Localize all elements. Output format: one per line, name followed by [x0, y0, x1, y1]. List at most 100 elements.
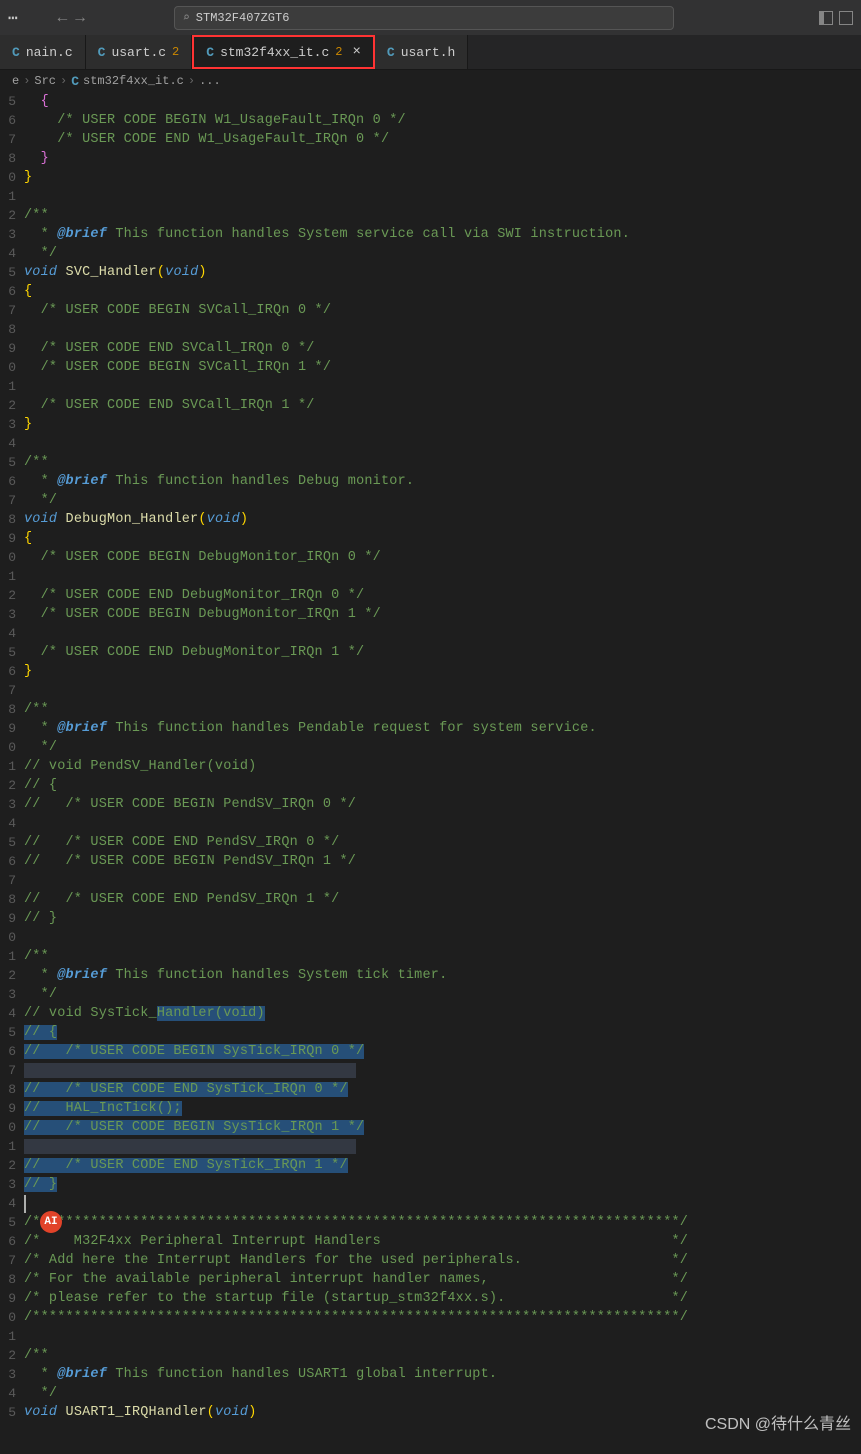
- code-line[interactable]: 7: [0, 871, 861, 890]
- code-line[interactable]: 2 /* USER CODE END DebugMonitor_IRQn 0 *…: [0, 586, 861, 605]
- tab-badge: 2: [172, 45, 179, 59]
- nav-back-icon[interactable]: ←: [58, 9, 68, 27]
- code-line[interactable]: 3// }: [0, 1175, 861, 1194]
- code-line[interactable]: 9{: [0, 529, 861, 548]
- code-line[interactable]: 4 */: [0, 1384, 861, 1403]
- code-line[interactable]: 1/**: [0, 947, 861, 966]
- code-line[interactable]: 0 /* USER CODE BEGIN DebugMonitor_IRQn 0…: [0, 548, 861, 567]
- code-line[interactable]: 2// {: [0, 776, 861, 795]
- tab-usart.c[interactable]: C usart.c 2: [86, 35, 193, 69]
- code-line[interactable]: 8: [0, 320, 861, 339]
- line-number: 8: [0, 1272, 24, 1287]
- code-line[interactable]: 6 * @brief This function handles Debug m…: [0, 472, 861, 491]
- code-line[interactable]: 7 */: [0, 491, 861, 510]
- code-line[interactable]: 4// void SysTick_Handler(void): [0, 1004, 861, 1023]
- code-line[interactable]: 0}: [0, 168, 861, 187]
- close-icon[interactable]: ×: [352, 44, 360, 60]
- line-number: 0: [0, 170, 24, 185]
- code-line[interactable]: 0/**************************************…: [0, 1308, 861, 1327]
- code-line[interactable]: 0: [0, 928, 861, 947]
- code-line[interactable]: 2 * @brief This function handles System …: [0, 966, 861, 985]
- code-line[interactable]: 8void DebugMon_Handler(void): [0, 510, 861, 529]
- panel-left-icon[interactable]: [819, 11, 833, 25]
- code-line[interactable]: 3 */: [0, 985, 861, 1004]
- code-line[interactable]: 2/**: [0, 206, 861, 225]
- line-number: 9: [0, 531, 24, 546]
- code-line[interactable]: 0// /* USER CODE BEGIN SysTick_IRQn 1 */: [0, 1118, 861, 1137]
- code-line[interactable]: 9 * @brief This function handles Pendabl…: [0, 719, 861, 738]
- code-line[interactable]: 7: [0, 681, 861, 700]
- code-line[interactable]: 8/**: [0, 700, 861, 719]
- code-line[interactable]: 3// /* USER CODE BEGIN PendSV_IRQn 0 */: [0, 795, 861, 814]
- code-line[interactable]: 1: [0, 1327, 861, 1346]
- code-line[interactable]: 6// /* USER CODE BEGIN SysTick_IRQn 0 */: [0, 1042, 861, 1061]
- code-line[interactable]: 4: [0, 434, 861, 453]
- code-line[interactable]: 3 * @brief This function handles System …: [0, 225, 861, 244]
- line-number: 4: [0, 1386, 24, 1401]
- code-line[interactable]: 7 /* USER CODE BEGIN SVCall_IRQn 0 */: [0, 301, 861, 320]
- ai-suggestion-icon[interactable]: AI: [40, 1211, 62, 1233]
- code-line[interactable]: 9// }: [0, 909, 861, 928]
- code-line[interactable]: 8 }: [0, 149, 861, 168]
- line-number: 2: [0, 1348, 24, 1363]
- code-line[interactable]: 4 */: [0, 244, 861, 263]
- code-line[interactable]: 5void SVC_Handler(void): [0, 263, 861, 282]
- code-line[interactable]: 6{: [0, 282, 861, 301]
- line-number: 1: [0, 949, 24, 964]
- code-line[interactable]: 3}: [0, 415, 861, 434]
- code-line[interactable]: 1: [0, 567, 861, 586]
- code-line[interactable]: 7/* Add here the Interrupt Handlers for …: [0, 1251, 861, 1270]
- code-line[interactable]: 5// {: [0, 1023, 861, 1042]
- code-line[interactable]: 2// /* USER CODE END SysTick_IRQn 1 */: [0, 1156, 861, 1175]
- code-line[interactable]: 3 * @brief This function handles USART1 …: [0, 1365, 861, 1384]
- code-line[interactable]: 7 /* USER CODE END W1_UsageFault_IRQn 0 …: [0, 130, 861, 149]
- code-line[interactable]: 5 /* USER CODE END DebugMonitor_IRQn 1 *…: [0, 643, 861, 662]
- line-number: 0: [0, 740, 24, 755]
- line-number: 5: [0, 1215, 24, 1230]
- code-line[interactable]: 7: [0, 1061, 861, 1080]
- line-number: 7: [0, 1063, 24, 1078]
- code-line[interactable]: 6// /* USER CODE BEGIN PendSV_IRQn 1 */: [0, 852, 861, 871]
- code-line[interactable]: 5/**: [0, 453, 861, 472]
- tab-label: nain.c: [26, 45, 73, 60]
- code-line[interactable]: 9 /* USER CODE END SVCall_IRQn 0 */: [0, 339, 861, 358]
- code-line[interactable]: 4: [0, 1194, 861, 1213]
- breadcrumb[interactable]: e › Src › C stm32f4xx_it.c › ...: [0, 70, 861, 92]
- code-line[interactable]: 1: [0, 377, 861, 396]
- code-line[interactable]: 4: [0, 814, 861, 833]
- search-input[interactable]: ⌕ STM32F407ZGT6: [174, 6, 674, 30]
- code-line[interactable]: 2/**: [0, 1346, 861, 1365]
- nav-forward-icon[interactable]: →: [75, 9, 85, 27]
- tab-nain.c[interactable]: C nain.c: [0, 35, 86, 69]
- code-line[interactable]: 1// void PendSV_Handler(void): [0, 757, 861, 776]
- tab-stm32f4xx_it.c[interactable]: C stm32f4xx_it.c 2 ×: [192, 35, 375, 69]
- code-line[interactable]: 5 {: [0, 92, 861, 111]
- code-line[interactable]: 9// HAL_IncTick();: [0, 1099, 861, 1118]
- code-line[interactable]: 1: [0, 187, 861, 206]
- code-editor[interactable]: 5 {6 /* USER CODE BEGIN W1_UsageFault_IR…: [0, 92, 861, 1422]
- code-line[interactable]: 8/* For the available peripheral interru…: [0, 1270, 861, 1289]
- code-line[interactable]: 8// /* USER CODE END PendSV_IRQn 1 */: [0, 890, 861, 909]
- code-line[interactable]: 5/**************************************…: [0, 1213, 861, 1232]
- line-number: 6: [0, 854, 24, 869]
- panel-right-icon[interactable]: [839, 11, 853, 25]
- tab-label: usart.c: [111, 45, 166, 60]
- code-line[interactable]: 1: [0, 1137, 861, 1156]
- code-line[interactable]: 6}: [0, 662, 861, 681]
- menu-ellipsis-icon[interactable]: ⋯: [8, 8, 18, 28]
- code-line[interactable]: 6 /* USER CODE BEGIN W1_UsageFault_IRQn …: [0, 111, 861, 130]
- code-line[interactable]: 0 /* USER CODE BEGIN SVCall_IRQn 1 */: [0, 358, 861, 377]
- code-line[interactable]: 8// /* USER CODE END SysTick_IRQn 0 */: [0, 1080, 861, 1099]
- code-line[interactable]: 0 */: [0, 738, 861, 757]
- code-line[interactable]: 3 /* USER CODE BEGIN DebugMonitor_IRQn 1…: [0, 605, 861, 624]
- c-file-icon: C: [206, 45, 214, 60]
- line-number: 3: [0, 1367, 24, 1382]
- code-line[interactable]: 2 /* USER CODE END SVCall_IRQn 1 */: [0, 396, 861, 415]
- code-line[interactable]: 6/* M32F4xx Peripheral Interrupt Handler…: [0, 1232, 861, 1251]
- code-line[interactable]: 5// /* USER CODE END PendSV_IRQn 0 */: [0, 833, 861, 852]
- code-line[interactable]: 9/* please refer to the startup file (st…: [0, 1289, 861, 1308]
- tab-usart.h[interactable]: C usart.h: [375, 35, 468, 69]
- line-number: 6: [0, 474, 24, 489]
- code-line[interactable]: 4: [0, 624, 861, 643]
- tab-label: usart.h: [401, 45, 456, 60]
